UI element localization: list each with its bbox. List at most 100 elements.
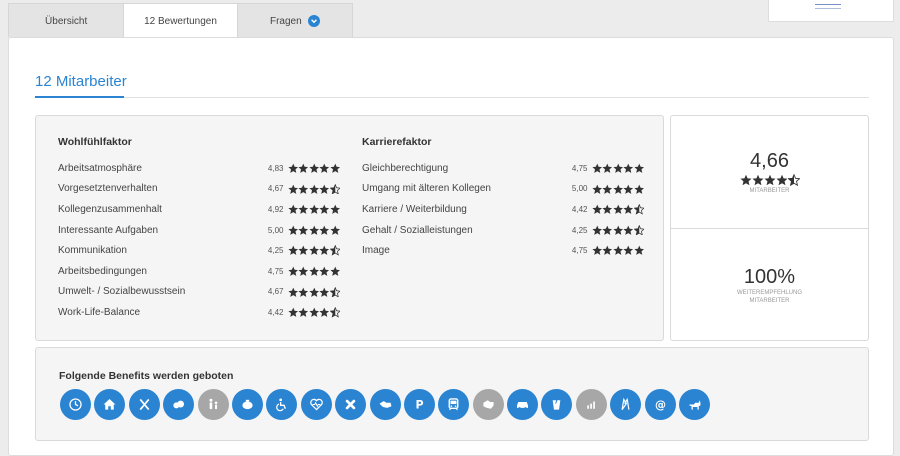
company-car-icon[interactable]: [507, 389, 539, 420]
rating-row: Umwelt- / Sozialbewusstsein 4,67: [58, 282, 340, 303]
tab-overview[interactable]: Übersicht: [9, 4, 123, 38]
star-icon: [329, 307, 340, 318]
rating-row: Arbeitsbedingungen 4,75: [58, 261, 340, 282]
star-icon: [591, 163, 602, 173]
star-icon: [602, 225, 613, 235]
rating-row: Gehalt / Sozialleistungen 4,25: [362, 220, 644, 241]
parking-icon[interactable]: P: [403, 389, 435, 420]
star-icon: [298, 287, 309, 297]
rating-label: Work-Life-Balance: [58, 306, 141, 318]
medical-icon[interactable]: [335, 389, 367, 420]
rating-row: Gleichberechtigung 4,75: [362, 158, 644, 179]
star-icon: [612, 184, 623, 194]
rating-value: 4,25: [571, 225, 588, 235]
rating-label: Arbeitsatmosphäre: [58, 162, 142, 174]
rating-row: Work-Life-Balance 4,42: [58, 302, 340, 323]
star-icon: [319, 246, 330, 256]
star-icon: [319, 307, 330, 318]
employee-discount-icon[interactable]: [369, 389, 401, 420]
tab-label: 12 Bewertungen: [144, 16, 217, 27]
tab-questions[interactable]: Fragen: [238, 4, 352, 38]
star-icon: [787, 174, 800, 186]
canteen-icon[interactable]: [128, 389, 160, 420]
star-icon: [612, 204, 623, 215]
drinks-icon[interactable]: [541, 389, 573, 420]
rating-label: Gehalt / Sozialleistungen: [362, 224, 473, 236]
home-office-icon[interactable]: [94, 389, 126, 420]
star-icon: [633, 184, 644, 194]
public-transport-icon[interactable]: [438, 389, 470, 420]
star-icon: [602, 246, 613, 256]
star-icon: [751, 174, 764, 186]
star-icon: [329, 204, 340, 215]
star-icon: [287, 266, 298, 276]
star-icon: [298, 184, 309, 194]
company-logo: [768, 0, 894, 22]
rating-label: Image: [362, 245, 390, 257]
profit-sharing-icon[interactable]: [575, 389, 607, 420]
star-icon: [308, 163, 319, 173]
coaching-icon[interactable]: [472, 389, 504, 420]
star-icon: [308, 204, 319, 215]
star-icon: [287, 307, 298, 318]
rating-value: 4,67: [267, 184, 284, 194]
star-rating: [591, 163, 645, 174]
star-icon: [319, 184, 330, 194]
rating-label: Vorgesetztenverhalten: [58, 183, 158, 195]
rating-label: Interessante Aufgaben: [58, 224, 159, 236]
internet-icon[interactable]: @: [644, 389, 676, 420]
rating-row: Umgang mit älteren Kollegen 5,00: [362, 179, 644, 200]
star-icon: [591, 225, 602, 235]
star-rating: [287, 225, 341, 236]
star-icon: [602, 204, 613, 215]
star-icon: [623, 246, 634, 256]
rating-row: Interessante Aufgaben 5,00: [58, 220, 340, 241]
rating-value: 5,00: [267, 225, 284, 235]
tab-bar: Übersicht 12 Bewertungen Fragen: [8, 3, 353, 39]
star-icon: [308, 307, 319, 318]
column-title: Wohlfühlfaktor: [58, 136, 132, 148]
reviews-panel: 12 Mitarbeiter Wohlfühlfaktor Arbeitsatm…: [8, 37, 894, 456]
rating-value: 4,75: [267, 266, 284, 276]
divider: [671, 228, 868, 229]
accessibility-icon[interactable]: [266, 389, 298, 420]
divider: [124, 97, 869, 98]
pension-icon[interactable]: [231, 389, 263, 420]
star-icon: [287, 204, 298, 215]
rating-label: Karriere / Weiterbildung: [362, 203, 467, 215]
rating-value: 4,67: [267, 287, 284, 297]
rating-label: Arbeitsbedingungen: [58, 265, 147, 277]
childcare-icon[interactable]: [197, 389, 229, 420]
star-icon: [763, 174, 776, 186]
star-icon: [591, 184, 602, 194]
star-rating: [591, 184, 645, 195]
meal-vouchers-icon[interactable]: [163, 389, 195, 420]
star-icon: [308, 287, 319, 297]
star-icon: [329, 183, 340, 195]
rating-value: 5,00: [571, 184, 588, 194]
star-icon: [308, 184, 319, 194]
health-icon[interactable]: [300, 389, 332, 420]
star-icon: [298, 246, 309, 256]
star-icon: [287, 225, 298, 235]
star-icon: [287, 163, 298, 173]
benefits-title: Folgende Benefits werden geboten: [59, 370, 234, 382]
section-title-underline: [35, 96, 124, 98]
tab-label: Übersicht: [45, 15, 88, 27]
wohlfuehl-column: Wohlfühlfaktor Arbeitsatmosphäre 4,83 Vorg…: [58, 136, 340, 323]
overall-score: 4,66 MITARBEITER: [671, 150, 868, 195]
summary-box: 4,66 MITARBEITER 100% WEITEREMPFEHLUNG M…: [670, 115, 869, 341]
events-icon[interactable]: [610, 389, 642, 420]
star-icon: [612, 225, 623, 235]
star-rating: [287, 183, 340, 195]
rating-row: Kollegenzusammenhalt 4,92: [58, 199, 340, 220]
chevron-down-icon[interactable]: [307, 15, 320, 27]
tab-reviews[interactable]: 12 Bewertungen: [123, 4, 238, 39]
star-icon: [602, 163, 613, 173]
star-icon: [308, 246, 319, 256]
rating-value: 4,75: [571, 163, 588, 173]
star-icon: [775, 174, 788, 186]
pets-icon[interactable]: [679, 389, 711, 420]
star-icon: [633, 224, 644, 236]
flexible-hours-icon[interactable]: [60, 389, 91, 420]
